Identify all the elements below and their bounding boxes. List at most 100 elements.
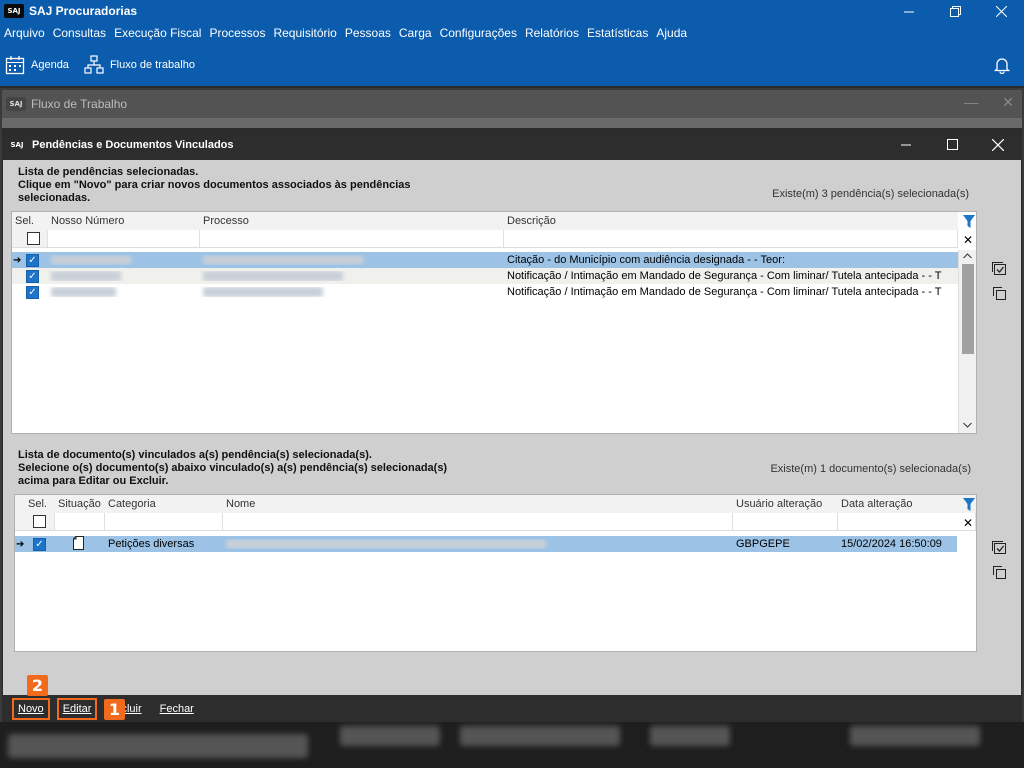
menu-configuracoes[interactable]: Configurações [436, 26, 521, 40]
select-all-icon[interactable] [991, 540, 1007, 556]
col-categoria[interactable]: Categoria [105, 495, 223, 513]
row-checkbox[interactable]: ✓ [33, 537, 46, 551]
select-all-checkbox[interactable] [33, 515, 46, 528]
fechar-button[interactable]: Fechar [156, 698, 198, 720]
row-checkbox[interactable]: ✓ [26, 253, 39, 267]
table-row[interactable]: ✓ Notificação / Intimação em Mandado de … [12, 284, 958, 300]
annotation-badge-editar: 1 [104, 699, 125, 720]
row-usuario: GBPGEPE [736, 538, 790, 550]
col-data-alteracao[interactable]: Data alteração [838, 495, 976, 513]
pendencias-grid: Sel. Nosso Número Processo Descrição ➔ ✓… [11, 211, 977, 434]
pendencias-filter-row [12, 230, 958, 248]
row-checkbox[interactable]: ✓ [26, 285, 39, 299]
workflow-icon [84, 55, 104, 74]
fluxo-trabalho-title-bar: SAJ Fluxo de Trabalho — ✕ [2, 90, 1022, 118]
clear-filter-icon[interactable]: ✕ [963, 516, 973, 530]
filter-icon[interactable] [963, 215, 975, 229]
document-icon [73, 535, 84, 550]
restore-button[interactable] [932, 0, 978, 22]
table-row[interactable]: ✓ Notificação / Intimação em Mandado de … [12, 268, 958, 284]
documentos-count: Existe(m) 1 documento(s) selecionada(s) [770, 463, 971, 475]
filter-sel-cell [12, 230, 48, 247]
row-categoria: Petições diversas [108, 538, 195, 550]
bell-icon [993, 58, 1011, 75]
dialog-saj-logo: SAJ [7, 137, 27, 152]
col-sel[interactable]: Sel. [15, 495, 55, 513]
col-sel[interactable]: Sel. [12, 212, 48, 230]
fluxo-trabalho-title: Fluxo de Trabalho [31, 97, 128, 111]
dialog-footer: Novo Editar cluir Fechar [3, 695, 1021, 722]
bg-close-icon[interactable]: ✕ [1002, 94, 1014, 111]
col-processo[interactable]: Processo [200, 212, 504, 230]
dialog-close-button[interactable] [975, 129, 1021, 160]
menu-relatorios[interactable]: Relatórios [521, 26, 583, 40]
fluxo-trabalho-button[interactable]: Fluxo de trabalho [84, 55, 195, 75]
current-row-arrow-icon: ➔ [16, 538, 25, 550]
filter-nome[interactable] [223, 513, 733, 530]
menu-pessoas[interactable]: Pessoas [341, 26, 395, 40]
col-usuario-alteracao[interactable]: Usuário alteração [733, 495, 838, 513]
filter-usuario[interactable] [733, 513, 838, 530]
dialog-title: Pendências e Documentos Vinculados [32, 138, 234, 151]
copy-icon[interactable] [991, 564, 1007, 580]
saj-logo-small: SAJ [6, 97, 26, 111]
blurred-block [340, 726, 440, 746]
scroll-down-icon [963, 422, 972, 428]
col-situacao[interactable]: Situação [55, 495, 105, 513]
row-checkbox[interactable]: ✓ [26, 269, 39, 283]
documentos-filter-row [15, 513, 976, 531]
filter-categoria[interactable] [105, 513, 223, 530]
notifications-button[interactable] [993, 56, 1011, 77]
menu-arquivo[interactable]: Arquivo [0, 26, 49, 40]
documentos-info-line2: Selecione o(s) documento(s) abaixo vincu… [18, 462, 448, 474]
editar-button[interactable]: Editar [56, 697, 98, 720]
documentos-grid: Sel. Situação Categoria Nome Usuário alt… [14, 494, 977, 652]
documentos-info-line1: Lista de documento(s) vinculados a(s) pe… [18, 449, 372, 461]
annotation-badge-novo: 2 [27, 675, 48, 696]
pendencias-info-line2: Clique em "Novo" para criar novos docume… [18, 179, 411, 191]
col-nome[interactable]: Nome [223, 495, 733, 513]
menu-carga[interactable]: Carga [395, 26, 436, 40]
blurred-block [8, 734, 308, 758]
filter-situacao[interactable] [55, 513, 105, 530]
select-all-checkbox[interactable] [27, 232, 40, 245]
novo-button[interactable]: Novo [12, 697, 50, 720]
menu-processos[interactable]: Processos [205, 26, 269, 40]
clear-filter-icon[interactable]: ✕ [963, 233, 973, 247]
menu-ajuda[interactable]: Ajuda [652, 26, 691, 40]
redacted-processo [203, 287, 323, 297]
filter-icon[interactable] [963, 498, 975, 512]
menu-requisitorio[interactable]: Requisitório [269, 26, 340, 40]
saj-logo: SAJ [4, 4, 24, 18]
bg-window-controls: — ✕ [964, 94, 1014, 111]
redacted-processo [203, 255, 363, 265]
menu-estatisticas[interactable]: Estatísticas [583, 26, 652, 40]
table-row[interactable]: ➔ ✓ Petições diversas GBPGEPE 15/02/2024… [15, 535, 957, 552]
pendencias-scrollbar[interactable] [958, 250, 976, 433]
pendencias-count: Existe(m) 3 pendência(s) selecionada(s) [772, 188, 969, 200]
redacted-processo [203, 271, 343, 281]
col-nosso-numero[interactable]: Nosso Número [48, 212, 200, 230]
select-all-icon[interactable] [991, 261, 1007, 277]
filter-data[interactable] [838, 513, 976, 530]
col-descricao[interactable]: Descrição [504, 212, 958, 230]
filter-descricao[interactable] [504, 230, 958, 247]
table-row[interactable]: ➔ ✓ Citação - do Município com audiência… [12, 252, 958, 268]
filter-nosso-numero[interactable] [48, 230, 200, 247]
bg-minimize-icon[interactable]: — [964, 94, 978, 111]
dialog-maximize-button[interactable] [929, 129, 975, 160]
minimize-icon [903, 11, 914, 12]
copy-icon[interactable] [991, 285, 1007, 301]
menu-execucao-fiscal[interactable]: Execução Fiscal [110, 26, 205, 40]
blurred-block [460, 726, 620, 746]
pendencias-dialog: SAJ Pendências e Documentos Vinculados L… [2, 128, 1022, 722]
agenda-button[interactable]: Agenda [5, 55, 69, 75]
documentos-info: Lista de documento(s) vinculados a(s) pe… [18, 449, 447, 488]
dialog-minimize-button[interactable] [883, 129, 929, 160]
filter-processo[interactable] [200, 230, 504, 247]
scrollbar-thumb[interactable] [962, 264, 974, 354]
close-button[interactable] [978, 0, 1024, 22]
filter-sel-cell [15, 513, 55, 530]
minimize-button[interactable] [886, 0, 932, 22]
menu-consultas[interactable]: Consultas [49, 26, 110, 40]
